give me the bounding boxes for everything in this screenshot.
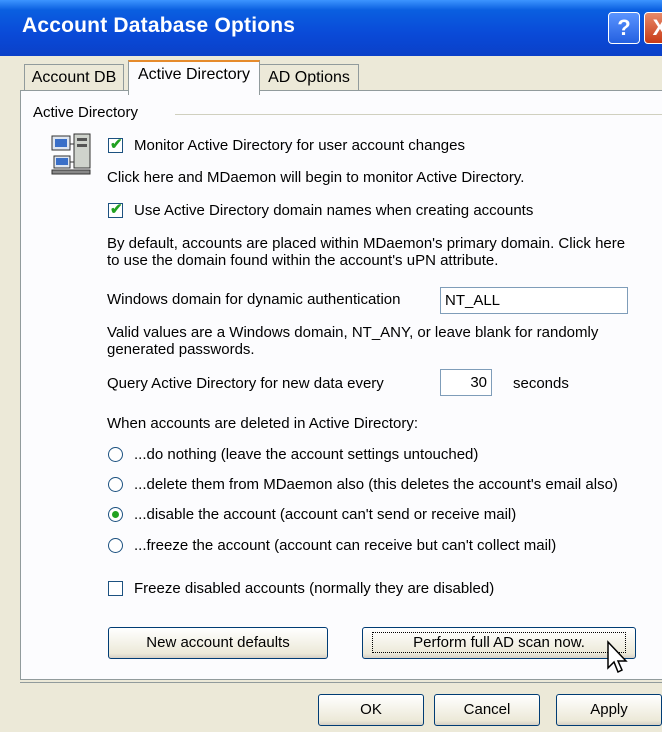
tab-active-directory[interactable]: Active Directory <box>128 60 260 95</box>
cancel-button[interactable]: Cancel <box>434 694 540 726</box>
button-label: OK <box>360 701 382 718</box>
tab-strip: Account DB Active Directory AD Options <box>0 56 662 95</box>
button-label: Cancel <box>463 701 511 718</box>
radio-freeze-account-label: ...freeze the account (account can recei… <box>134 537 557 554</box>
checkmark-icon: ✔ <box>110 201 123 218</box>
network-computer-icon <box>51 133 91 175</box>
dialog-window: Account Database Options ? X Account DB … <box>0 0 662 732</box>
query-interval-input[interactable] <box>440 369 492 396</box>
button-label: Perform full AD scan now. <box>372 632 626 653</box>
windows-domain-help-line2: generated passwords. <box>107 341 255 358</box>
freeze-disabled-label: Freeze disabled accounts (normally they … <box>134 580 495 597</box>
monitor-ad-label: Monitor Active Directory for user accoun… <box>134 137 465 154</box>
domain-names-help-line2: to use the domain found within the accou… <box>107 252 499 269</box>
use-ad-domain-names-checkbox[interactable]: ✔ <box>108 201 123 218</box>
freeze-disabled-checkbox[interactable] <box>108 581 123 596</box>
radio-freeze-account[interactable] <box>108 538 123 553</box>
help-icon: ? <box>617 15 631 40</box>
query-interval-unit: seconds <box>513 375 569 392</box>
windows-domain-input[interactable] <box>440 287 628 314</box>
tab-label: Active Directory <box>137 66 251 83</box>
query-interval-label: Query Active Directory for new data ever… <box>107 375 384 392</box>
help-button[interactable]: ? <box>608 12 640 44</box>
radio-disable-account-label: ...disable the account (account can't se… <box>134 506 517 523</box>
apply-button[interactable]: Apply <box>556 694 662 726</box>
ok-button[interactable]: OK <box>318 694 424 726</box>
window-title: Account Database Options <box>22 14 296 37</box>
group-label: Active Directory <box>33 104 143 121</box>
group-divider <box>175 114 662 115</box>
tab-account-db[interactable]: Account DB <box>24 64 124 91</box>
monitor-ad-help: Click here and MDaemon will begin to mon… <box>107 169 525 186</box>
tab-label: AD Options <box>268 69 350 86</box>
tab-label: Account DB <box>31 69 117 86</box>
footer-divider <box>20 682 662 683</box>
tab-ad-options[interactable]: AD Options <box>259 64 359 91</box>
radio-disable-account[interactable] <box>108 507 123 522</box>
mouse-pointer-icon <box>607 640 628 674</box>
monitor-ad-checkbox[interactable]: ✔ <box>108 136 123 153</box>
full-ad-scan-button[interactable]: Perform full AD scan now. <box>362 627 636 659</box>
title-bar[interactable]: Account Database Options ? X <box>0 0 662 56</box>
radio-do-nothing[interactable] <box>108 447 123 462</box>
radio-dot <box>112 511 119 518</box>
new-account-defaults-button[interactable]: New account defaults <box>108 627 328 659</box>
radio-delete-accounts[interactable] <box>108 477 123 492</box>
checkmark-icon: ✔ <box>110 136 123 153</box>
use-ad-domain-names-label: Use Active Directory domain names when c… <box>134 202 534 219</box>
windows-domain-label: Windows domain for dynamic authenticatio… <box>107 291 401 308</box>
close-button[interactable]: X <box>644 12 662 44</box>
radio-delete-accounts-label: ...delete them from MDaemon also (this d… <box>134 476 618 493</box>
close-icon: X <box>652 15 662 40</box>
deleted-accounts-label: When accounts are deleted in Active Dire… <box>107 415 418 432</box>
button-label: New account defaults <box>146 634 290 651</box>
button-label: Apply <box>590 701 628 718</box>
radio-do-nothing-label: ...do nothing (leave the account setting… <box>134 446 479 463</box>
